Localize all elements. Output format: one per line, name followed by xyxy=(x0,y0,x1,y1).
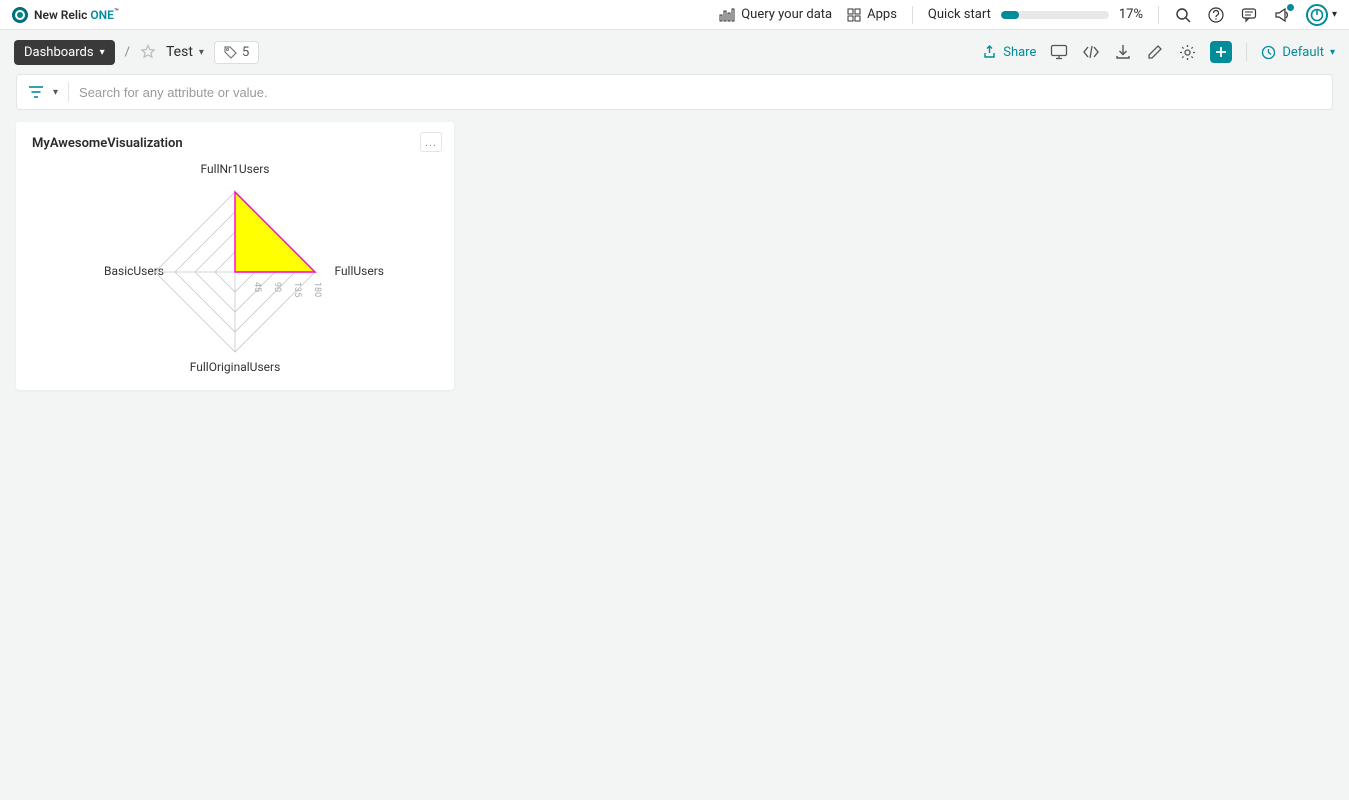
radar-chart: FullNr1Users FullUsers FullOriginalUsers… xyxy=(16,162,454,382)
filter-separator xyxy=(68,82,69,102)
settings-button[interactable] xyxy=(1178,43,1196,61)
chevron-down-icon: ▾ xyxy=(100,47,105,58)
global-header: New Relic ONE™ Query your data Apps Q xyxy=(0,0,1349,30)
share-button[interactable]: Share xyxy=(982,45,1036,60)
progress-fill xyxy=(1001,11,1019,19)
edit-button[interactable] xyxy=(1146,43,1164,61)
tick-90: 90 xyxy=(272,282,282,292)
filter-dropdown[interactable]: ▾ xyxy=(53,87,58,98)
grid-icon xyxy=(847,8,861,22)
dashboards-label: Dashboards xyxy=(24,45,94,60)
radar-svg: 45 90 135 180 xyxy=(135,172,335,372)
download-button[interactable] xyxy=(1114,43,1132,61)
dashboard-toolbar: Dashboards ▾ / Test ▾ 5 Share xyxy=(0,30,1349,74)
help-icon xyxy=(1208,7,1224,23)
power-icon xyxy=(1310,8,1324,22)
progress-percent: 17% xyxy=(1119,7,1143,22)
avatar xyxy=(1306,4,1328,26)
favorite-button[interactable] xyxy=(140,44,156,60)
share-label: Share xyxy=(1003,45,1036,60)
search-icon xyxy=(1175,7,1191,23)
header-separator xyxy=(1158,6,1159,24)
tv-mode-button[interactable] xyxy=(1050,43,1068,61)
logo-icon xyxy=(12,7,28,23)
radar-series-1 xyxy=(235,192,315,272)
pencil-icon xyxy=(1147,44,1163,60)
chevron-down-icon: ▾ xyxy=(1330,47,1335,58)
add-widget-button[interactable] xyxy=(1210,41,1232,63)
ellipsis-icon: ... xyxy=(425,136,437,149)
chat-icon xyxy=(1241,7,1257,23)
dashboard-content: MyAwesomeVisualization ... FullNr1Users … xyxy=(0,122,1349,390)
widget-menu-button[interactable]: ... xyxy=(420,132,442,152)
page-title: Test xyxy=(166,44,193,60)
progress-bar xyxy=(1001,11,1109,19)
tick-45: 45 xyxy=(252,282,262,292)
download-icon xyxy=(1115,44,1131,60)
axis-label-right: FullUsers xyxy=(334,264,384,278)
tick-135: 135 xyxy=(292,282,302,297)
time-range-label: Default xyxy=(1282,45,1324,60)
apps-link[interactable]: Apps xyxy=(847,7,897,22)
chart-icon xyxy=(719,8,735,22)
widget-radar: MyAwesomeVisualization ... FullNr1Users … xyxy=(16,122,454,390)
filter-bar: ▾ xyxy=(16,74,1333,110)
tag-count: 5 xyxy=(242,45,249,60)
gear-icon xyxy=(1179,44,1196,61)
filter-input[interactable] xyxy=(79,85,1322,100)
search-button[interactable] xyxy=(1174,6,1192,24)
query-your-data-label: Query your data xyxy=(741,7,832,22)
filter-button[interactable] xyxy=(27,83,45,101)
tick-180: 180 xyxy=(312,282,322,297)
query-your-data-link[interactable]: Query your data xyxy=(719,7,832,22)
notifications-button[interactable] xyxy=(1273,6,1291,24)
monitor-icon xyxy=(1050,44,1068,60)
dashboards-crumb[interactable]: Dashboards ▾ xyxy=(14,40,115,65)
time-range-button[interactable]: Default ▾ xyxy=(1261,45,1335,60)
tag-count-chip[interactable]: 5 xyxy=(214,41,259,64)
quick-start-label: Quick start xyxy=(928,7,991,22)
user-menu[interactable]: ▾ xyxy=(1306,4,1337,26)
chevron-down-icon: ▾ xyxy=(199,47,204,58)
widget-title: MyAwesomeVisualization xyxy=(32,136,438,151)
megaphone-icon xyxy=(1274,7,1290,23)
page-title-dropdown[interactable]: Test ▾ xyxy=(166,44,204,60)
tag-icon xyxy=(224,46,237,59)
clock-icon xyxy=(1261,45,1276,60)
breadcrumb-sep: / xyxy=(125,45,130,60)
logo-text: New Relic ONE™ xyxy=(34,7,119,22)
quick-start[interactable]: Quick start 17% xyxy=(928,7,1143,22)
code-button[interactable] xyxy=(1082,43,1100,61)
header-separator xyxy=(912,6,913,24)
filter-icon xyxy=(28,85,44,99)
toolbar-separator xyxy=(1246,43,1247,61)
feedback-button[interactable] xyxy=(1240,6,1258,24)
share-icon xyxy=(982,45,997,60)
logo[interactable]: New Relic ONE™ xyxy=(12,7,119,23)
apps-label: Apps xyxy=(867,7,897,22)
chevron-down-icon: ▾ xyxy=(1332,9,1337,20)
star-icon xyxy=(140,44,156,60)
help-button[interactable] xyxy=(1207,6,1225,24)
code-icon xyxy=(1082,45,1100,59)
plus-icon xyxy=(1215,46,1227,58)
